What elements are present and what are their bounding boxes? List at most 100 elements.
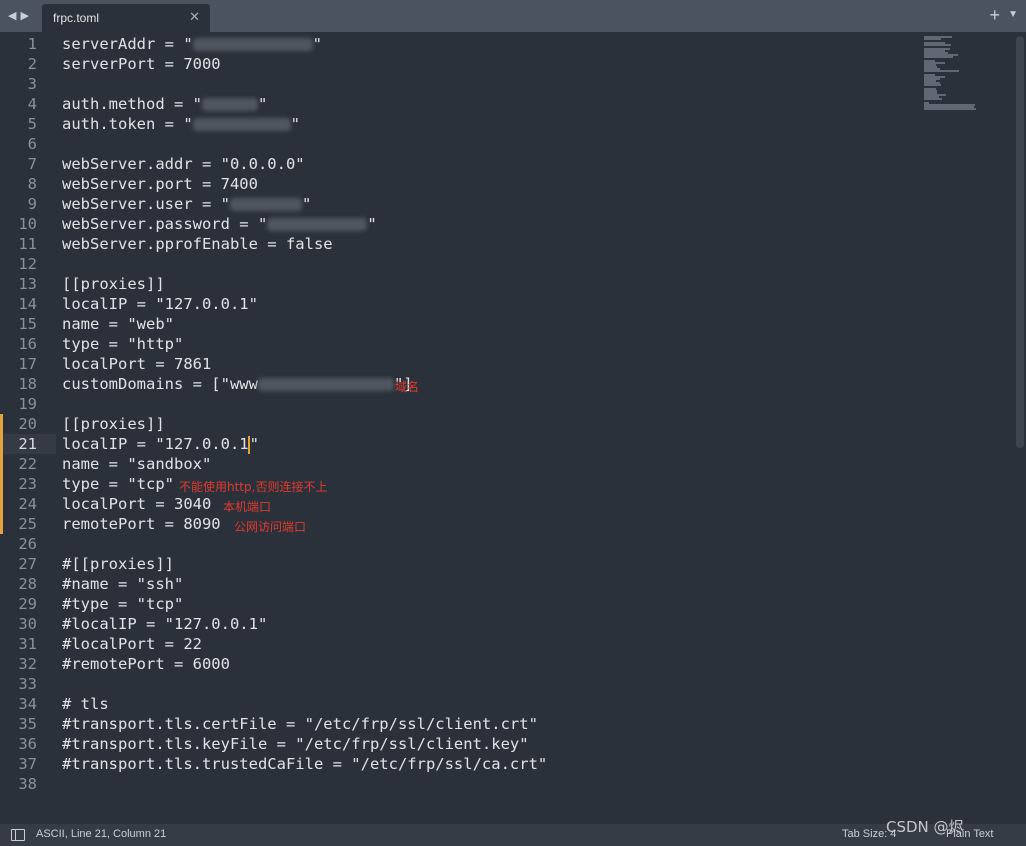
code-line[interactable]: 2 serverPort = 7000 bbox=[0, 54, 920, 74]
code-text: #transport.tls.certFile = "/etc/frp/ssl/… bbox=[62, 715, 538, 733]
tab-frpc-toml[interactable]: frpc.toml ✕ bbox=[42, 4, 210, 32]
code-line[interactable]: 37 #transport.tls.trustedCaFile = "/etc/f… bbox=[0, 754, 920, 774]
code-text: auth.token = " bbox=[62, 115, 193, 133]
line-code: localPort = 7861 bbox=[62, 354, 211, 374]
code-text: #[[proxies]] bbox=[62, 555, 174, 573]
line-code: customDomains = ["wwwxxxxxxxxxxxx"] bbox=[62, 374, 413, 394]
code-text-after-cursor: " bbox=[249, 435, 259, 453]
code-text: webServer.port = 7400 bbox=[62, 175, 258, 193]
annotation-domain: 域名 bbox=[395, 380, 420, 394]
line-number: 20 bbox=[18, 415, 37, 433]
code-text: [[proxies]] bbox=[62, 415, 165, 433]
code-line[interactable]: 27 #[[proxies]] bbox=[0, 554, 920, 574]
minimap[interactable] bbox=[922, 32, 982, 112]
tab-bar: ◀ ▶ frpc.toml ✕ + ▼ bbox=[0, 0, 1026, 32]
code-text: name = "sandbox" bbox=[62, 455, 212, 473]
editor[interactable]: 1 serverAddr = "xxx.xxx.xx.xx"2serverPort… bbox=[0, 32, 1026, 824]
line-number: 8 bbox=[27, 175, 37, 193]
vertical-scrollbar[interactable] bbox=[1016, 36, 1024, 448]
code-line[interactable]: 22 name = "sandbox" bbox=[0, 454, 920, 474]
code-line[interactable]: 11 webServer.pprofEnable = false bbox=[0, 234, 920, 254]
code-line[interactable]: 29 #type = "tcp" bbox=[0, 594, 920, 614]
redacted-value: admin bbox=[229, 198, 302, 211]
line-number: 6 bbox=[27, 135, 37, 153]
code-text: auth.method = " bbox=[62, 95, 202, 113]
code-text: serverAddr = " bbox=[62, 35, 193, 53]
code-line[interactable]: 19 bbox=[0, 394, 920, 414]
minimap-line bbox=[924, 108, 976, 110]
code-line[interactable]: 31 #localPort = 22 bbox=[0, 634, 920, 654]
code-text: customDomains = ["www bbox=[62, 375, 258, 393]
code-line[interactable]: 26 bbox=[0, 534, 920, 554]
line-code: #localIP = "127.0.0.1" bbox=[62, 614, 267, 634]
code-line[interactable]: 13 [[proxies]] bbox=[0, 274, 920, 294]
line-number: 21 bbox=[18, 435, 37, 453]
tab-navigation: ◀ ▶ bbox=[8, 8, 29, 24]
code-line[interactable]: 5 auth.token = "tokenxxxxxxx" bbox=[0, 114, 920, 134]
line-number: 7 bbox=[27, 155, 37, 173]
code-text: #name = "ssh" bbox=[62, 575, 184, 593]
line-number: 37 bbox=[18, 755, 37, 773]
code-line[interactable]: 6 bbox=[0, 134, 920, 154]
previous-tab-icon[interactable]: ◀ bbox=[8, 8, 16, 24]
panel-toggle-icon[interactable] bbox=[11, 829, 25, 841]
code-text: webServer.pprofEnable = false bbox=[62, 235, 333, 253]
code-text: localPort = 3040 bbox=[62, 495, 212, 513]
redacted-value: xxxxxxxxxxxx bbox=[257, 378, 394, 391]
code-line[interactable]: 28 #name = "ssh" bbox=[0, 574, 920, 594]
code-line[interactable]: 18 customDomains = ["wwwxxxxxxxxxxxx"] bbox=[0, 374, 920, 394]
code-line[interactable]: 9 webServer.user = "admin" bbox=[0, 194, 920, 214]
code-line[interactable]: 30 #localIP = "127.0.0.1" bbox=[0, 614, 920, 634]
code-line[interactable]: 7 webServer.addr = "0.0.0.0" bbox=[0, 154, 920, 174]
line-code: webServer.addr = "0.0.0.0" bbox=[62, 154, 305, 174]
code-line[interactable]: 25 remotePort = 8090 bbox=[0, 514, 920, 534]
line-number: 13 bbox=[18, 275, 37, 293]
minimap-line bbox=[924, 98, 942, 100]
code-line[interactable]: 24 localPort = 3040 bbox=[0, 494, 920, 514]
plus-icon[interactable]: + bbox=[989, 5, 1000, 25]
code-line[interactable]: 1 serverAddr = "xxx.xxx.xx.xx" bbox=[0, 34, 920, 54]
code-line[interactable]: 20 [[proxies]] bbox=[0, 414, 920, 434]
line-code: #transport.tls.trustedCaFile = "/etc/frp… bbox=[62, 754, 547, 774]
line-number: 11 bbox=[18, 235, 37, 253]
code-line[interactable]: 16 type = "http" bbox=[0, 334, 920, 354]
code-line[interactable]: 15 name = "web" bbox=[0, 314, 920, 334]
code-line[interactable]: 4 auth.method = "token" bbox=[0, 94, 920, 114]
line-number: 27 bbox=[18, 555, 37, 573]
code-line[interactable]: 33 bbox=[0, 674, 920, 694]
code-line[interactable]: 8 webServer.port = 7400 bbox=[0, 174, 920, 194]
code-line[interactable]: 21 localIP = "127.0.0.1" bbox=[0, 434, 259, 454]
close-icon[interactable]: ✕ bbox=[189, 9, 200, 25]
line-code: [[proxies]] bbox=[62, 414, 165, 434]
line-code: serverAddr = "xxx.xxx.xx.xx" bbox=[62, 34, 322, 54]
line-number: 10 bbox=[18, 215, 37, 233]
line-code: #name = "ssh" bbox=[62, 574, 183, 594]
code-line[interactable]: 10 webServer.password = "xxxxxxxxxxx" bbox=[0, 214, 920, 234]
code-line[interactable]: 32 #remotePort = 6000 bbox=[0, 654, 920, 674]
line-number: 2 bbox=[27, 55, 37, 73]
line-number: 1 bbox=[27, 35, 37, 53]
code-line[interactable]: 35 #transport.tls.certFile = "/etc/frp/ss… bbox=[0, 714, 920, 734]
code-line[interactable]: 36 #transport.tls.keyFile = "/etc/frp/ssl… bbox=[0, 734, 920, 754]
code-line[interactable]: 12 bbox=[0, 254, 920, 274]
code-text: remotePort = 8090 bbox=[62, 515, 221, 533]
annotation-no-http: 不能使用http,否则连接不上 bbox=[179, 480, 328, 494]
code-text: localPort = 7861 bbox=[62, 355, 212, 373]
code-text-suffix: " bbox=[301, 195, 312, 213]
code-text: type = "http" bbox=[62, 335, 184, 353]
line-code: webServer.user = "admin" bbox=[62, 194, 311, 214]
code-text: #type = "tcp" bbox=[62, 595, 184, 613]
code-line[interactable]: 14 localIP = "127.0.0.1" bbox=[0, 294, 920, 314]
code-line[interactable]: 23 type = "tcp" bbox=[0, 474, 920, 494]
line-code: name = "web" bbox=[62, 314, 174, 334]
line-code: name = "sandbox" bbox=[62, 454, 211, 474]
code-line[interactable]: 17 localPort = 7861 bbox=[0, 354, 920, 374]
code-text: localIP = "127.0.0.1 bbox=[62, 435, 249, 453]
code-line[interactable]: 3 bbox=[0, 74, 920, 94]
code-line[interactable]: 38 bbox=[0, 774, 920, 794]
next-tab-icon[interactable]: ▶ bbox=[20, 8, 28, 24]
line-number: 3 bbox=[27, 75, 37, 93]
code-text-suffix: " bbox=[312, 35, 322, 53]
code-line[interactable]: 34 # tls bbox=[0, 694, 920, 714]
chevron-down-icon[interactable]: ▼ bbox=[1008, 9, 1018, 20]
